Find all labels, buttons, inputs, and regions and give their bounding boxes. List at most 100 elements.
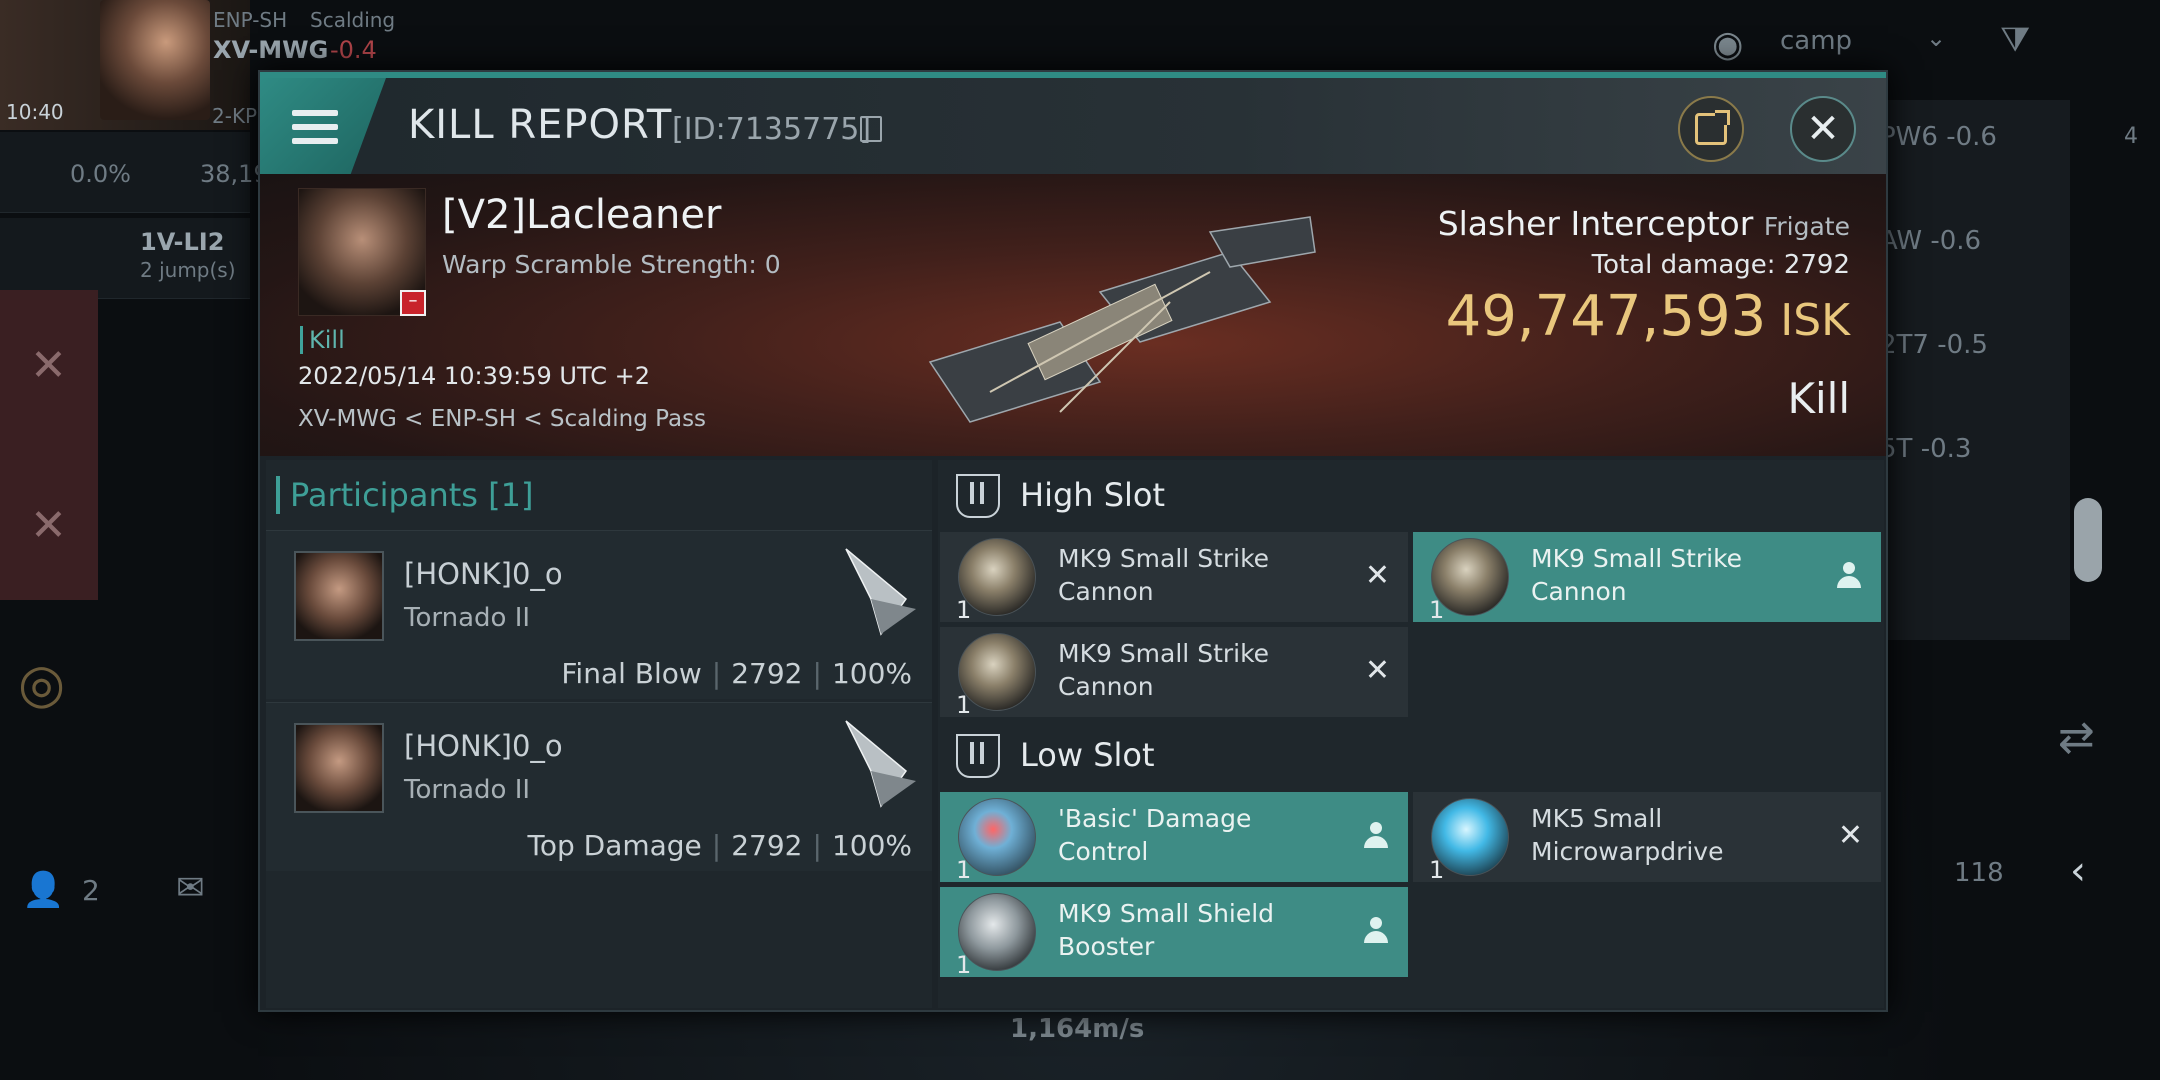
corp-tag: 2-KP bbox=[212, 104, 258, 128]
route-prev-system: Scalding bbox=[310, 8, 396, 32]
participant-stats: Final Blow | 2792 | 100% bbox=[561, 657, 912, 690]
overview-item[interactable]: PW6 -0.6 bbox=[1880, 122, 1997, 152]
module-qty: 1 bbox=[956, 951, 972, 979]
scrollbar-thumb[interactable] bbox=[2074, 498, 2102, 582]
participant-stats: Top Damage | 2792 | 100% bbox=[527, 829, 912, 862]
people-count: 2 bbox=[82, 874, 100, 907]
participant-ship: Tornado II bbox=[404, 775, 531, 805]
kill-type-tag: Kill bbox=[300, 326, 345, 354]
participant-card[interactable]: [HONK]0_o Tornado II Final Blow | 2792 | 100… bbox=[266, 530, 932, 699]
total-damage-label: Total damage: bbox=[1591, 250, 1776, 280]
route-system: ENP-SH bbox=[213, 8, 288, 32]
victim-name[interactable]: [V2]Lacleaner bbox=[442, 192, 721, 238]
participant-name: [HONK]0_o bbox=[404, 729, 563, 763]
participant-percent: 100% bbox=[831, 829, 912, 862]
overview-item[interactable]: AW -0.6 bbox=[1880, 226, 1981, 256]
eye-icon[interactable]: ◉ bbox=[1712, 24, 1743, 65]
route-jumps: 2 jump(s) bbox=[140, 258, 236, 282]
route-destination: 1V-LI2 bbox=[140, 228, 225, 256]
module-name: 'Basic' Damage Control bbox=[1058, 804, 1252, 866]
module-qty: 1 bbox=[1429, 856, 1445, 884]
overview-count: 4 bbox=[2124, 124, 2138, 149]
destroyed-icon: ✕ bbox=[1364, 558, 1390, 593]
overview-item[interactable]: 5T -0.3 bbox=[1880, 434, 1971, 464]
warp-scramble-strength: Warp Scramble Strength: 0 bbox=[442, 250, 781, 279]
low-slot-label: Low Slot bbox=[1020, 736, 1155, 774]
swap-icon[interactable]: ⇄ bbox=[2058, 712, 2095, 763]
participant-role: Final Blow bbox=[561, 657, 702, 690]
participant-percent: 100% bbox=[831, 657, 912, 690]
people-icon[interactable]: 👤 bbox=[22, 870, 64, 910]
view-filter-label[interactable]: camp bbox=[1780, 26, 1852, 56]
high-slot-icon bbox=[956, 474, 1000, 518]
share-button[interactable] bbox=[1678, 96, 1744, 162]
module-item[interactable]: 1 'Basic' Damage Control bbox=[940, 792, 1408, 884]
kill-id: [ID:7135775] bbox=[672, 112, 872, 147]
module-name: MK9 Small Strike Cannon bbox=[1058, 639, 1270, 701]
copy-icon[interactable] bbox=[860, 116, 882, 142]
module-item[interactable]: 1 MK9 Small Strike Cannon ✕ bbox=[940, 627, 1408, 719]
module-count: 118 bbox=[1954, 858, 2004, 888]
participant-ship-icon bbox=[845, 720, 916, 808]
hostile-badge-icon: – bbox=[400, 290, 426, 316]
ship-name: Slasher Interceptor Frigate bbox=[1438, 204, 1850, 243]
participants-header: Participants [1] bbox=[276, 476, 533, 514]
participant-card[interactable]: [HONK]0_o Tornado II Top Damage | 2792 | 100… bbox=[266, 702, 932, 871]
isk-value: 49,747,593 ISK bbox=[1446, 284, 1850, 349]
dropped-person-icon bbox=[1837, 562, 1861, 590]
ship-speed: 1,164m/s bbox=[1010, 1014, 1145, 1044]
overview-item[interactable]: 2T7 -0.5 bbox=[1880, 330, 1988, 360]
participant-damage: 2792 bbox=[731, 657, 803, 690]
module-item[interactable]: 1 MK5 Small Microwarpdrive ✕ bbox=[1413, 792, 1881, 884]
clock: 10:40 bbox=[6, 100, 64, 124]
participant-role: Top Damage bbox=[527, 829, 702, 862]
module-qty: 1 bbox=[956, 691, 972, 719]
module-item[interactable]: 1 MK9 Small Strike Cannon ✕ bbox=[940, 532, 1408, 624]
total-damage-value: 2792 bbox=[1783, 250, 1850, 280]
close-icon: ✕ bbox=[1806, 106, 1840, 152]
destroyed-icon: ✕ bbox=[1364, 653, 1390, 688]
module-name: MK5 Small Microwarpdrive bbox=[1531, 804, 1724, 866]
module-name: MK9 Small Strike Cannon bbox=[1531, 544, 1743, 606]
module-item[interactable]: 1 MK9 Small Shield Booster bbox=[940, 887, 1408, 979]
isk-amount: 49,747,593 bbox=[1445, 284, 1767, 349]
pilot-portrait[interactable] bbox=[100, 0, 210, 120]
filter-icon[interactable]: ⧩ bbox=[2000, 20, 2030, 60]
module-qty: 1 bbox=[1429, 596, 1445, 624]
participants-count: [1] bbox=[488, 476, 534, 514]
module-name: MK9 Small Strike Cannon bbox=[1058, 544, 1270, 606]
ship-image bbox=[928, 216, 1316, 423]
destroyed-icon: ✕ bbox=[1837, 818, 1863, 853]
cargo-percent: 0.0% bbox=[70, 160, 131, 188]
participant-damage: 2792 bbox=[731, 829, 803, 862]
module-name: MK9 Small Shield Booster bbox=[1058, 899, 1275, 961]
total-damage: Total damage: 2792 bbox=[1592, 250, 1850, 280]
ship-class: Frigate bbox=[1763, 212, 1850, 241]
dialog-title: KILL REPORT bbox=[408, 102, 673, 148]
low-slot-header: Low Slot bbox=[940, 722, 1880, 788]
low-slot-icon bbox=[956, 734, 1000, 778]
kill-datetime: 2022/05/14 10:39:59 UTC +2 bbox=[298, 362, 650, 390]
dropped-person-icon bbox=[1364, 917, 1388, 945]
share-icon bbox=[1695, 110, 1730, 145]
ship-name-text: Slasher Interceptor bbox=[1437, 204, 1754, 243]
dropped-person-icon bbox=[1364, 822, 1388, 850]
participant-avatar bbox=[294, 723, 384, 813]
close-icon[interactable]: ✕ bbox=[30, 340, 67, 391]
participant-name: [HONK]0_o bbox=[404, 557, 563, 591]
participant-avatar bbox=[294, 551, 384, 641]
chevron-down-icon[interactable]: ⌄ bbox=[1926, 24, 1946, 52]
current-system[interactable]: XV-MWG bbox=[213, 36, 328, 64]
chevron-left-icon[interactable]: ‹ bbox=[2070, 848, 2086, 894]
menu-icon bbox=[292, 110, 338, 152]
close-icon[interactable]: ✕ bbox=[30, 500, 67, 551]
module-qty: 1 bbox=[956, 856, 972, 884]
mail-icon[interactable]: ✉ bbox=[176, 868, 205, 908]
participant-ship-icon bbox=[845, 548, 916, 636]
module-qty: 1 bbox=[956, 596, 972, 624]
security-status: -0.4 bbox=[330, 36, 377, 64]
module-item[interactable]: 1 MK9 Small Strike Cannon bbox=[1413, 532, 1881, 624]
target-icon[interactable]: ◎ bbox=[18, 652, 65, 715]
participants-label: Participants bbox=[290, 476, 478, 514]
close-button[interactable]: ✕ bbox=[1790, 96, 1856, 162]
